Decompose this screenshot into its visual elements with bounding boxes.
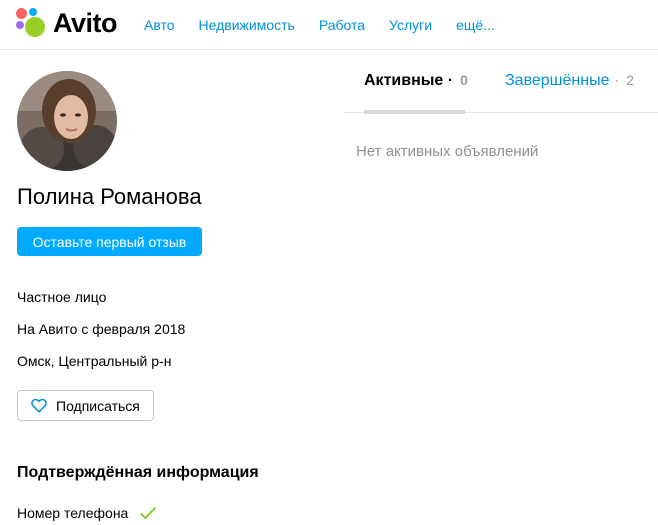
- nav-link-auto[interactable]: Авто: [144, 17, 175, 33]
- tab-active-count: 0: [460, 72, 468, 88]
- avatar: [17, 71, 117, 171]
- empty-listings-message: Нет активных объявлений: [356, 143, 539, 160]
- nav-link-more[interactable]: ещё...: [456, 17, 495, 33]
- subscribe-label: Подписаться: [56, 397, 140, 414]
- tab-completed-label: Завершённые: [505, 72, 610, 89]
- listing-tabs: Активные · 0 Завершённые · 2: [344, 68, 658, 114]
- logo-dots-icon: [16, 8, 46, 38]
- logo-text: Avito: [53, 7, 118, 38]
- nav-link-services[interactable]: Услуги: [389, 17, 432, 33]
- nav-link-realty[interactable]: Недвижимость: [199, 17, 295, 33]
- avito-logo[interactable]: Avito: [16, 7, 118, 38]
- checkmark-icon: [140, 506, 157, 520]
- nav-link-jobs[interactable]: Работа: [319, 17, 365, 33]
- avatar-photo: [17, 71, 117, 171]
- tab-active[interactable]: Активные · 0: [364, 72, 468, 90]
- member-since: На Авито с февраля 2018: [17, 321, 186, 337]
- verified-phone: Номер телефона: [17, 505, 157, 521]
- tab-active-indicator: [364, 110, 465, 114]
- heart-outline-icon: [31, 398, 47, 413]
- seller-type: Частное лицо: [17, 289, 107, 305]
- tab-completed-count: 2: [626, 72, 635, 88]
- tab-active-label: Активные: [364, 72, 444, 89]
- verified-item-label: Номер телефона: [17, 505, 129, 521]
- subscribe-button[interactable]: Подписаться: [17, 390, 154, 421]
- tab-completed[interactable]: Завершённые · 2: [505, 72, 634, 90]
- location: Омск, Центральный р-н: [17, 353, 172, 369]
- profile-name: Полина Романова: [17, 184, 202, 209]
- leave-review-button[interactable]: Оставьте первый отзыв: [17, 227, 202, 256]
- main-nav: Авто Недвижимость Работа Услуги ещё...: [144, 17, 519, 33]
- site-header: Avito Авто Недвижимость Работа Услуги ещ…: [0, 0, 658, 50]
- verified-info-heading: Подтверждённая информация: [17, 464, 259, 481]
